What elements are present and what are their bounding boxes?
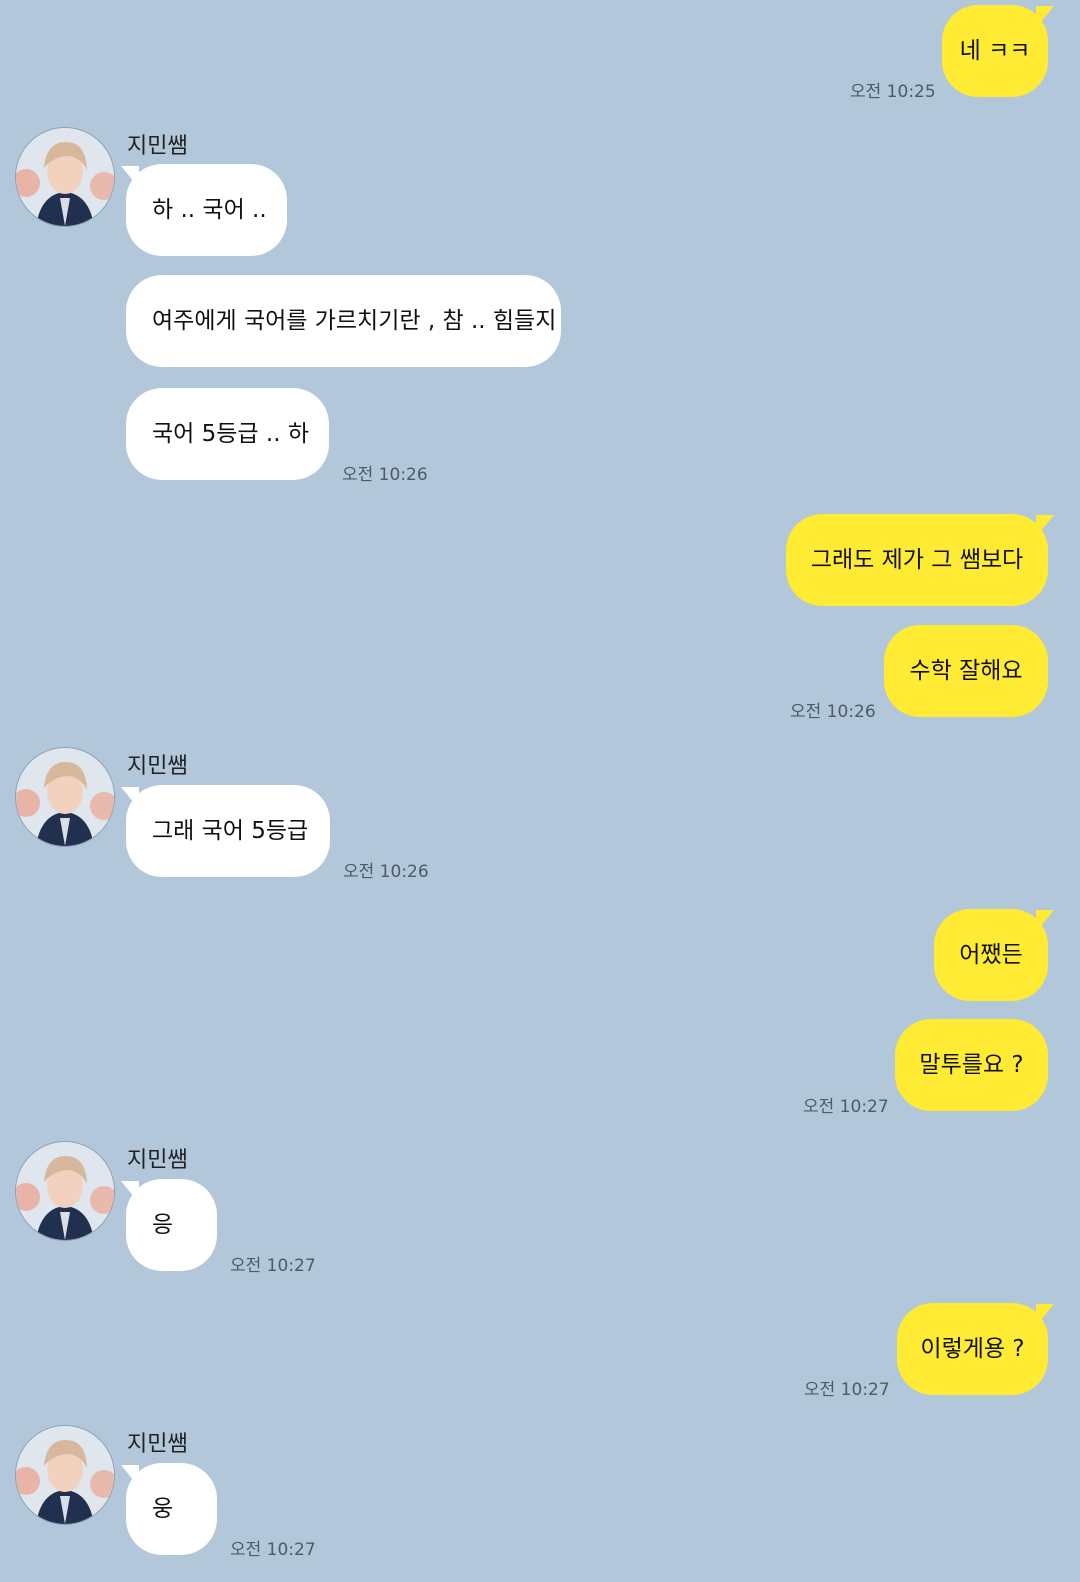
- their-message-bubble[interactable]: 웅: [126, 1463, 217, 1555]
- bubble-tail: [121, 166, 139, 188]
- bubble-tail: [121, 1465, 139, 1487]
- message-time: 오전 10:26: [342, 465, 428, 485]
- contact-avatar[interactable]: [15, 747, 115, 847]
- message-time: 오전 10:26: [343, 862, 429, 882]
- contact-name: 지민쌤: [127, 1432, 188, 1457]
- message-text: 국어 5등급 .. 하: [152, 420, 309, 447]
- message-text: 웅: [152, 1495, 174, 1522]
- message-text: 네 ㅋㅋ: [959, 37, 1031, 64]
- contact-name: 지민쌤: [127, 1148, 188, 1173]
- message-time: 오전 10:26: [790, 702, 876, 722]
- message-text: 응: [152, 1211, 174, 1238]
- contact-name: 지민쌤: [127, 134, 188, 159]
- message-time: 오전 10:25: [850, 82, 936, 102]
- my-message-bubble[interactable]: 수학 잘해요: [884, 625, 1048, 717]
- my-message-bubble[interactable]: 네 ㅋㅋ: [942, 5, 1048, 97]
- message-text: 그래도 제가 그 쌤보다: [810, 546, 1024, 573]
- their-message-bubble[interactable]: 여주에게 국어를 가르치기란 , 참 .. 힘들지: [126, 275, 561, 367]
- my-message-bubble[interactable]: 그래도 제가 그 쌤보다: [786, 514, 1048, 606]
- message-text: 말투를요 ?: [919, 1051, 1024, 1078]
- message-time: 오전 10:27: [230, 1256, 316, 1276]
- message-text: 하 .. 국어 ..: [152, 196, 267, 223]
- bubble-tail: [1036, 515, 1054, 537]
- their-message-bubble[interactable]: 국어 5등급 .. 하: [126, 388, 329, 480]
- their-message-bubble[interactable]: 응: [126, 1179, 217, 1271]
- message-text: 여주에게 국어를 가르치기란 , 참 .. 힘들지: [152, 307, 557, 334]
- my-message-bubble[interactable]: 말투를요 ?: [895, 1019, 1048, 1111]
- contact-name: 지민쌤: [127, 754, 188, 779]
- my-message-bubble[interactable]: 이렇게용 ?: [897, 1303, 1048, 1395]
- message-text: 그래 국어 5등급: [152, 817, 309, 844]
- message-time: 오전 10:27: [803, 1097, 889, 1117]
- message-text: 수학 잘해요: [909, 657, 1023, 684]
- chat-area[interactable]: 네 ㅋㅋ 오전 10:25 지민쌤 하 .. 국어 .. 여주에게 국어를 가르…: [0, 0, 1080, 1582]
- message-time: 오전 10:27: [230, 1540, 316, 1560]
- contact-avatar[interactable]: [15, 127, 115, 227]
- bubble-tail: [121, 787, 139, 809]
- their-message-bubble[interactable]: 하 .. 국어 ..: [126, 164, 287, 256]
- message-text: 어쨌든: [959, 941, 1023, 968]
- bubble-tail: [1036, 1304, 1054, 1326]
- contact-avatar[interactable]: [15, 1141, 115, 1241]
- my-message-bubble[interactable]: 어쨌든: [934, 909, 1048, 1001]
- message-time: 오전 10:27: [804, 1380, 890, 1400]
- bubble-tail: [1036, 910, 1054, 932]
- bubble-tail: [121, 1181, 139, 1203]
- bubble-tail: [1036, 6, 1054, 28]
- their-message-bubble[interactable]: 그래 국어 5등급: [126, 785, 330, 877]
- message-text: 이렇게용 ?: [920, 1335, 1025, 1362]
- contact-avatar[interactable]: [15, 1425, 115, 1525]
